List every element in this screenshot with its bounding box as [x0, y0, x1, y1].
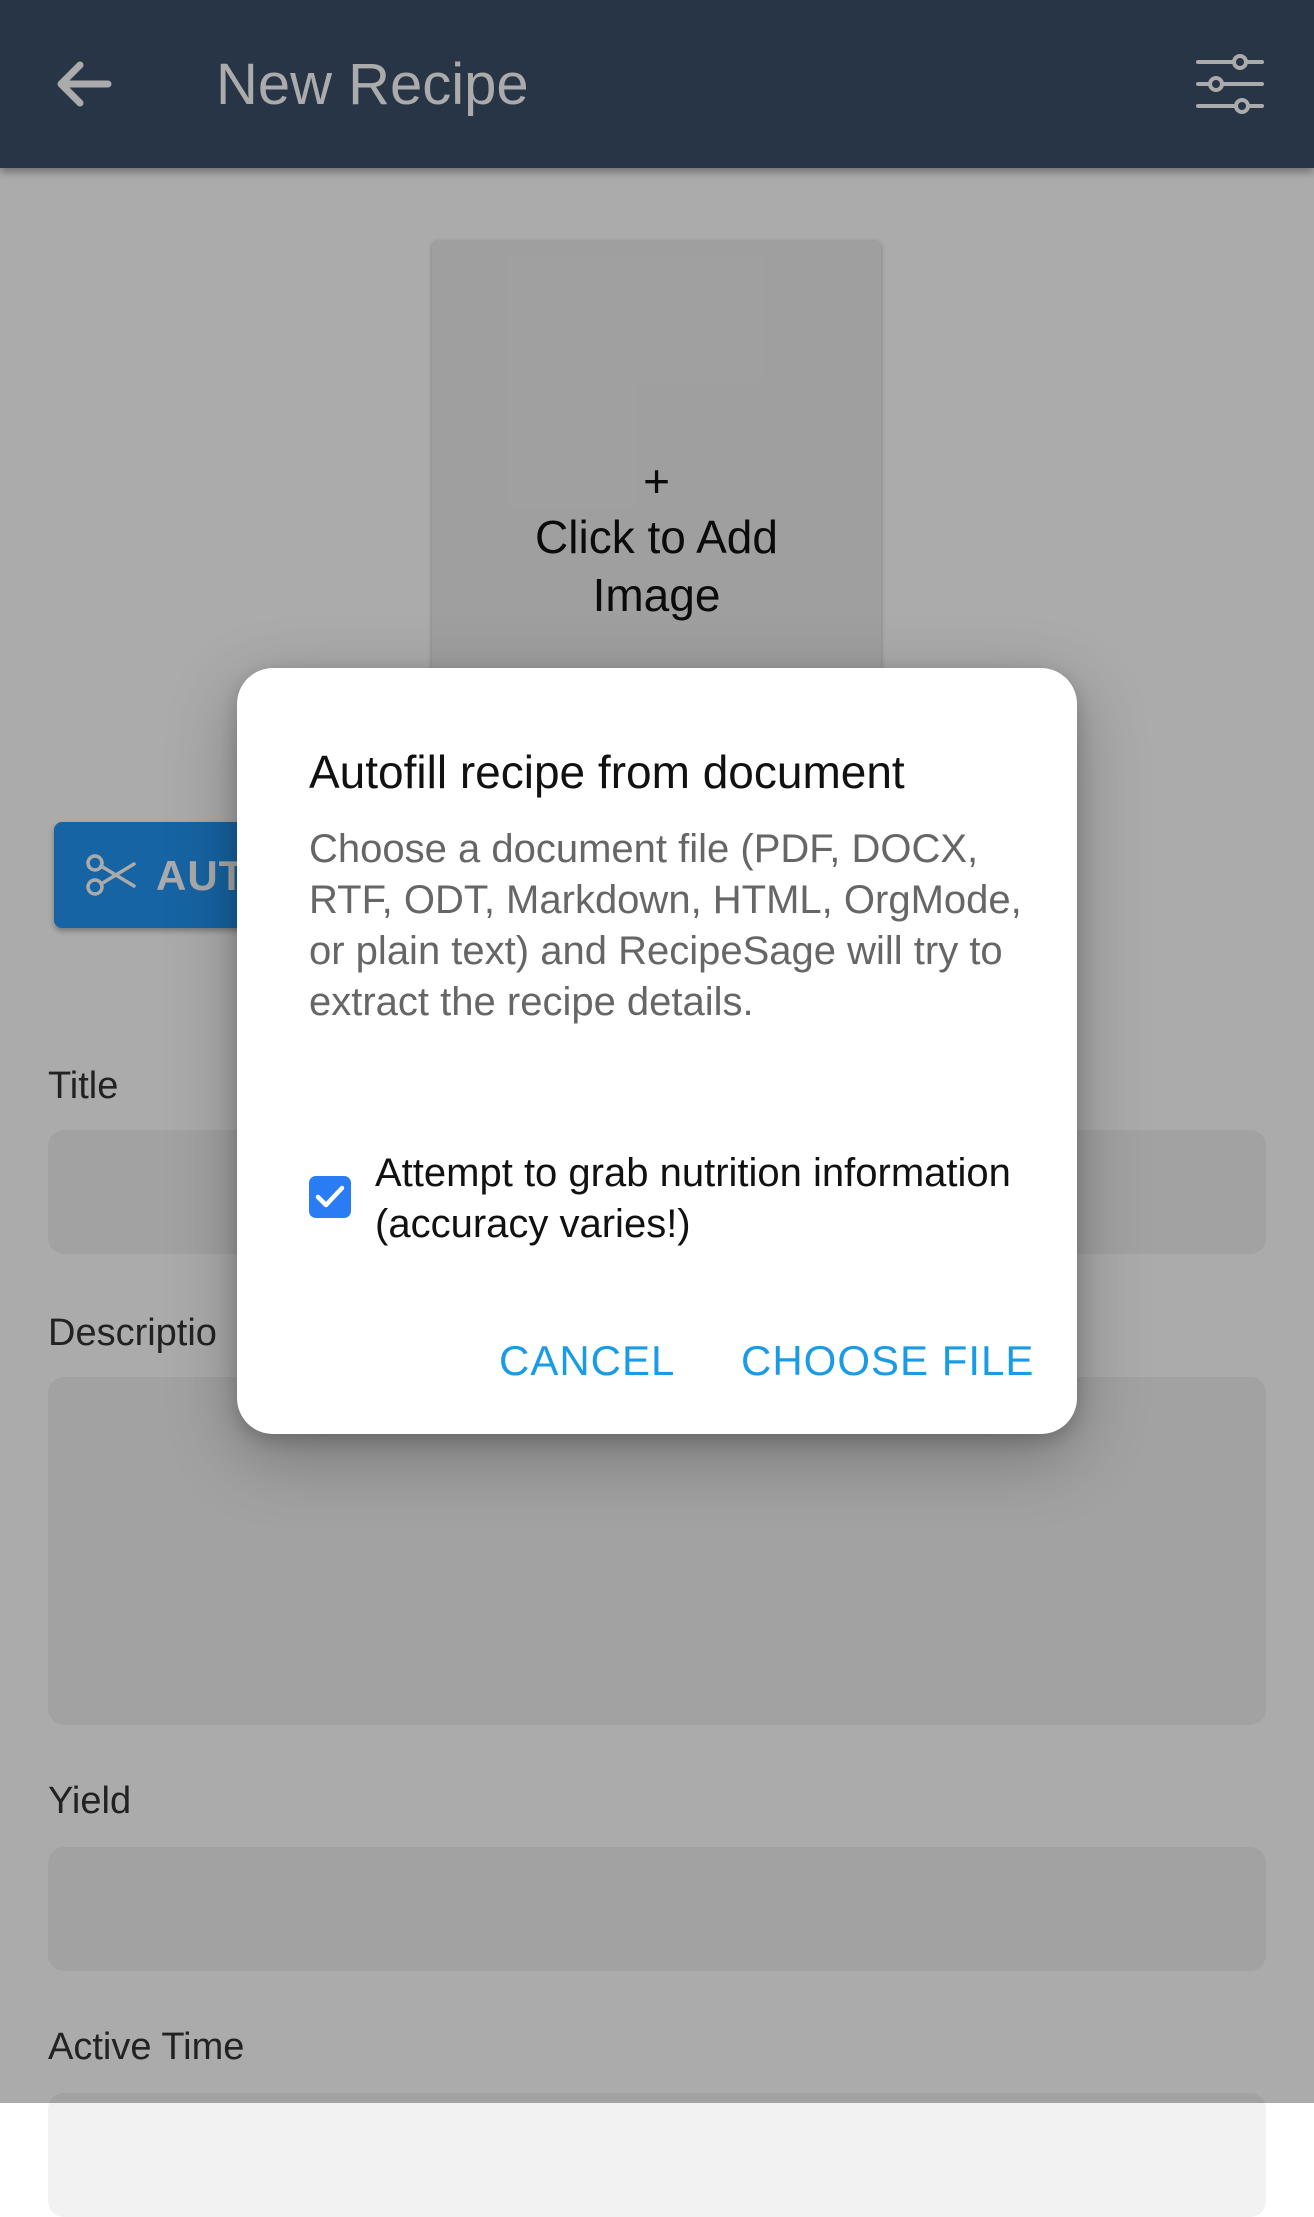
cancel-button[interactable]: CANCEL [499, 1336, 675, 1386]
dialog-title: Autofill recipe from document [309, 746, 905, 798]
dialog-message: Choose a document file (PDF, DOCX, RTF, … [309, 827, 1022, 1024]
nutrition-checkbox[interactable] [309, 1176, 351, 1218]
check-icon [315, 1185, 345, 1208]
nutrition-checkbox-label[interactable]: Attempt to grab nutrition information (a… [375, 1148, 1035, 1250]
choose-file-button[interactable]: CHOOSE FILE [741, 1336, 1034, 1386]
autofill-dialog: Autofill recipe from document Choose a d… [237, 668, 1077, 1434]
active-time-input[interactable] [48, 2093, 1266, 2217]
